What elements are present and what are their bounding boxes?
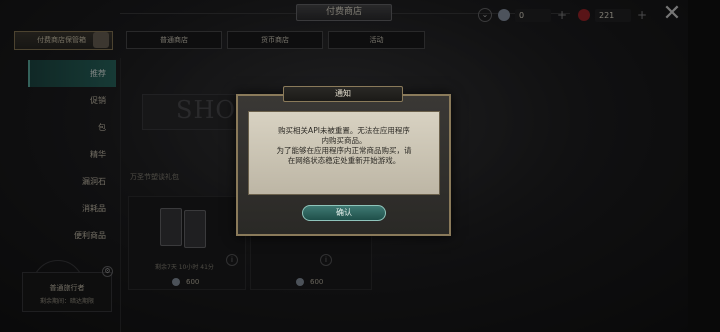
dialog-title: 通知 xyxy=(283,86,403,102)
dialog-message-line: 购买相关API未被重置。无法在应用程序 xyxy=(278,126,410,135)
dialog-message-line: 在网络状态稳定处重新开始游戏。 xyxy=(287,156,401,165)
dialog-message: 购买相关API未被重置。无法在应用程序 内购买商品。 为了能够在应用程序内正常商… xyxy=(254,126,434,166)
dialog-message-line: 为了能够在应用程序内正常商品购买，请 xyxy=(276,146,412,155)
confirm-button[interactable]: 确认 xyxy=(302,205,386,221)
dialog-message-line: 内购买商品。 xyxy=(321,136,367,145)
shop-screen: 付费商店 ⌄ 0 + 221 + ✕ 付费商店保管箱 推荐 促销 包 精华 漏洞… xyxy=(0,0,720,332)
